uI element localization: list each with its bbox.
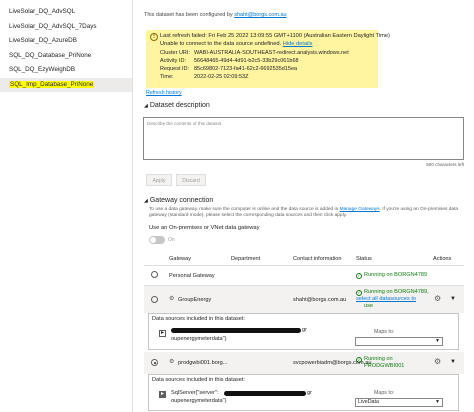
sidebar-item-livesolar-dq-advsql-7days[interactable]: LiveSolar_DQ_AdvSQL_7Days (0, 20, 132, 35)
refresh-history-link[interactable]: Refresh history (146, 90, 182, 96)
configured-by-email-link[interactable]: shaht@borgs.com.au (234, 12, 286, 18)
alert-error-text: Unable to connect to the data source und… (160, 41, 282, 47)
request-id-value: 85c69802-7123-fa41-62c2-6692535d15ea (194, 66, 298, 72)
alert-last-refresh: Last refresh failed: Fri Feb 25 2022 13:… (160, 33, 390, 39)
column-header-gateway: Gateway (169, 256, 192, 262)
dataset-description-input[interactable]: Describe the contents of this dataset. (143, 117, 464, 160)
request-id-label: Request ID: (160, 66, 190, 72)
characters-left-count: 500 characters left (426, 162, 464, 167)
datasource-tail-text: gr (307, 390, 312, 396)
onprem-gateway-toggle[interactable] (149, 236, 165, 244)
gateway-radio-prodgwbi[interactable] (151, 359, 158, 366)
gateway-status-groupenergy: ✓ Running on BORGN4789, select all datasou… (356, 289, 434, 310)
dataset-list-sidebar: LiveSolar_DQ_AdvSQL LiveSolar_DQ_AdvSQL_… (0, 0, 133, 412)
maps-to-dropdown[interactable]: ▼ (355, 337, 443, 346)
column-header-contact: Contact information (293, 256, 342, 262)
sidebar-item-livesolar-dq-azuredb[interactable]: LiveSolar_DQ_AzureDB (0, 34, 132, 49)
description-placeholder: Describe the contents of this dataset. (147, 121, 223, 126)
sidebar-item-livesolar-dq-advsql[interactable]: LiveSolar_DQ_AdvSQL (0, 5, 132, 20)
redacted-datasource-bar (224, 391, 306, 396)
gateway-connection-title: Gateway connection (149, 197, 214, 204)
datasource-tail-text: gr (302, 327, 307, 333)
gateway-status-text: Running on (364, 356, 393, 362)
time-label: Time: (160, 74, 174, 80)
gateway-help-suffix: . If you're using an On-premises data (379, 207, 459, 212)
gateway-status-personal: ✓ Running on BORGN4789 (356, 272, 427, 279)
expand-chevron-down-icon[interactable]: ▼ (450, 296, 456, 302)
maps-to-label: Maps to: (374, 390, 395, 396)
sidebar-item-sql-dq-database-prinone[interactable]: SQL_DQ_Database_PriNone (0, 49, 132, 64)
redacted-datasource-bar (171, 328, 301, 333)
maps-to-label: Maps to: (374, 329, 395, 335)
gateway-radio-personal[interactable] (151, 271, 158, 278)
sidebar-item-sql-imp-database-prinone[interactable]: SQL_Imp_Database_PriNone (0, 77, 132, 92)
datasources-panel-title: Data sources included in this dataset: (152, 377, 245, 383)
gateway-icon: ⚙ (169, 296, 175, 302)
warning-icon: ! (150, 33, 158, 41)
collapse-triangle-icon: ◢ (144, 103, 148, 109)
onprem-gateway-label: Use an On-premises or VNet data gateway (149, 225, 260, 231)
gateway-status-tail: use (364, 303, 374, 309)
gateway-help-prefix: To use a data gateway, make sure the com… (149, 207, 339, 212)
gateway-help-line2: gateway (standard mode), please select t… (149, 213, 348, 218)
column-header-department: Department (231, 256, 261, 262)
gateway-status-machine: PRODGWBI001 (364, 363, 405, 369)
gateway-icon: ⚙ (169, 359, 175, 365)
toggle-state-label: On (168, 237, 175, 243)
apply-button[interactable]: Apply (146, 174, 172, 186)
sidebar-item-label: SQL_Imp_Database_PriNone (9, 80, 95, 88)
datasource-line2-text: oupenergymeterdata") (171, 336, 227, 342)
manage-gateways-link[interactable]: Manage Gateways (340, 207, 380, 212)
select-all-datasources-link[interactable]: select all datasources to (356, 296, 416, 302)
collapse-triangle-icon: ◢ (144, 198, 148, 204)
cluster-uri-label: Cluster URI: (160, 50, 190, 56)
column-header-actions: Actions (433, 256, 452, 262)
gateway-radio-groupenergy[interactable] (151, 296, 158, 303)
gateway-status-text: Running on BORGN4789, (364, 289, 429, 295)
refresh-failed-alert: ! Last refresh failed: Fri Feb 25 2022 1… (146, 30, 390, 88)
gateway-settings-gear-icon[interactable]: ⚙ (434, 357, 441, 366)
configured-by-text: This dataset has been configured by shah… (144, 12, 287, 18)
maps-to-dropdown[interactable]: LiveData ▼ (355, 398, 443, 407)
gateway-name-prodgwbi: prodgwbi001.borg... (178, 360, 228, 366)
gateway-connection-header[interactable]: ◢ Gateway connection (144, 197, 213, 204)
cluster-uri-value: WABI-AUSTRALIA-SOUTHEAST-redirect.analys… (194, 50, 349, 56)
chevron-down-icon: ▼ (435, 399, 440, 405)
chevron-down-icon: ▼ (435, 338, 440, 344)
gateway-settings-gear-icon[interactable]: ⚙ (434, 294, 441, 303)
gateway-status-text: Running on BORGN4789 (364, 272, 428, 278)
toggle-knob (150, 237, 156, 243)
datasource-expand-icon[interactable]: ▸ (159, 330, 166, 337)
datasource-expand-icon[interactable]: ▸ (159, 391, 166, 398)
alert-error-line: Unable to connect to the data source und… (160, 41, 312, 47)
table-divider (144, 265, 464, 266)
dataset-description-title: Dataset description (149, 102, 210, 109)
datasource-line2-text: oupenergymeterdata") (171, 398, 227, 404)
gateway-status-prodgwbi: ✓ Running on PRODGWBI001 (356, 356, 404, 370)
check-circle-icon: ✓ (356, 273, 362, 279)
hide-details-link[interactable]: Hide details (283, 41, 313, 47)
datasources-panel-title: Data sources included in this dataset: (152, 316, 245, 322)
sidebar-item-sql-dq-ezyweighdb[interactable]: SQL_DQ_EzyWeighDB (0, 63, 132, 78)
datasource-prefix-text: SqlServer{"server": (171, 390, 219, 396)
gateway-name-groupenergy: GroupEnergy (178, 297, 212, 303)
column-header-status: Status (356, 256, 372, 262)
discard-button[interactable]: Discard (176, 174, 206, 186)
expand-chevron-down-icon[interactable]: ▼ (450, 359, 456, 365)
time-value: 2022-02-25 02:09:53Z (194, 74, 249, 80)
gateway-contact-groupenergy: shaht@borgs.com.au (293, 297, 347, 303)
configured-by-label: This dataset has been configured by (144, 12, 233, 18)
gateway-name-personal: Personal Gateway (169, 273, 215, 279)
dataset-description-header[interactable]: ◢ Dataset description (144, 102, 210, 109)
activity-id-value: 56648465-49d4-4d91-b2c5-33b29c061b68 (194, 58, 299, 64)
gateway-help-line1: To use a data gateway, make sure the com… (149, 207, 458, 212)
maps-to-selected: LiveData (358, 399, 379, 405)
activity-id-label: Activity ID: (160, 58, 186, 64)
